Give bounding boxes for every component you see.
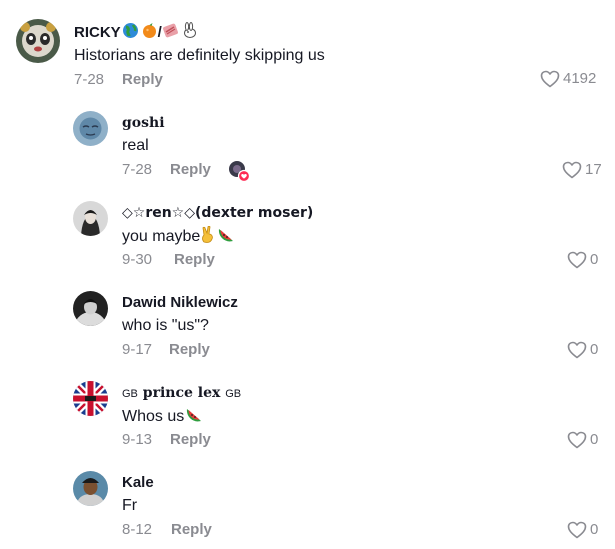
comment-date: 9-30 [122, 251, 153, 268]
heart-outline-icon [562, 161, 582, 179]
like-button[interactable]: 0 [567, 251, 598, 269]
globe-emoji-icon [122, 23, 138, 38]
watermelon-emoji-icon [219, 229, 234, 242]
like-button[interactable]: 0 [567, 341, 598, 359]
avatar[interactable] [73, 471, 108, 506]
comment-text: Historians are definitely skipping us [74, 47, 325, 64]
reply-button[interactable]: Reply [122, 71, 163, 89]
comment-text: you maybe [122, 226, 235, 247]
like-count: 0 [590, 521, 599, 538]
heart-outline-icon [567, 251, 587, 269]
heart-outline-icon [567, 431, 587, 449]
like-count: 0 [590, 341, 599, 358]
avatar[interactable] [16, 19, 60, 63]
comment-username[interactable]: ◇☆ren☆◇(dexter moser) [122, 204, 313, 222]
reply-comment-prince-lex: GB prince lex GB Whos us 9-13 Reply 0 [0, 365, 615, 455]
like-button[interactable]: 0 [567, 521, 598, 539]
comment-username[interactable]: goshi [122, 114, 165, 132]
like-count: 0 [590, 431, 599, 448]
reply-comment-kale: Kale Fr 8-12 Reply 0 [0, 455, 615, 549]
username-text: prince lex [142, 385, 221, 401]
reply-comment-ren: ◇☆ren☆◇(dexter moser) you maybe 9-30 Rep… [0, 185, 615, 275]
heart-outline-icon [540, 70, 560, 88]
like-count: 4192 [563, 70, 597, 87]
rabbit-emoji-icon [183, 22, 196, 38]
avatar-image [16, 19, 60, 63]
like-count: 0 [590, 251, 599, 268]
creator-liked-badge [228, 160, 251, 183]
reply-button[interactable]: Reply [170, 161, 211, 179]
avatar[interactable] [73, 111, 108, 146]
union-jack-avatar-image [73, 381, 108, 416]
heart-outline-icon [567, 341, 587, 359]
username-text: RICKY [74, 24, 121, 41]
comment-text: Fr [122, 497, 138, 514]
creator-liked-heart-icon [229, 161, 251, 183]
reply-button[interactable]: Reply [169, 341, 210, 359]
comment-date: 8-12 [122, 521, 153, 538]
like-button[interactable]: 4192 [540, 70, 596, 88]
watermelon-emoji-icon [187, 409, 202, 422]
comment-username[interactable]: Kale [122, 474, 154, 492]
reply-button[interactable]: Reply [171, 521, 212, 539]
like-button[interactable]: 0 [567, 431, 598, 449]
comment-text: Whos us [122, 406, 203, 427]
comment-date: 7-28 [74, 71, 105, 88]
avatar-image [73, 471, 108, 506]
reply-button[interactable]: Reply [170, 431, 211, 449]
comment-date: 9-13 [122, 431, 153, 448]
meat-emoji-icon [162, 23, 178, 38]
tangerine-emoji-icon [142, 23, 156, 38]
comment-username[interactable]: Dawid Niklewicz [122, 294, 238, 312]
comment-text-content: you maybe [122, 228, 201, 245]
comment-ricky: RICKY / Historians are definitely skippin… [0, 0, 615, 95]
reply-comment-goshi: goshi real 7-28 Reply 17 [0, 95, 615, 185]
heart-outline-icon [567, 521, 587, 539]
like-button[interactable]: 17 [562, 161, 602, 179]
avatar-image [73, 201, 108, 236]
comment-text: who is "us"? [122, 317, 209, 334]
comment-date: 7-28 [122, 161, 153, 178]
comment-text-content: Whos us [122, 408, 185, 425]
username-suffix: GB [225, 388, 242, 400]
avatar[interactable] [73, 201, 108, 236]
comment-date: 9-17 [122, 341, 153, 358]
avatar-image [73, 291, 108, 326]
like-count: 17 [585, 161, 602, 178]
avatar-image [73, 111, 108, 146]
avatar[interactable] [73, 291, 108, 326]
username-prefix: GB [122, 388, 138, 400]
reply-comment-dawid: Dawid Niklewicz who is "us"? 9-17 Reply … [0, 275, 615, 365]
comment-username[interactable]: GB prince lex GB [122, 384, 241, 403]
victory-hand-emoji-icon [202, 226, 214, 243]
comment-text: real [122, 137, 149, 154]
reply-button[interactable]: Reply [174, 251, 215, 269]
avatar[interactable] [73, 381, 108, 416]
comment-username[interactable]: RICKY / [74, 22, 198, 42]
